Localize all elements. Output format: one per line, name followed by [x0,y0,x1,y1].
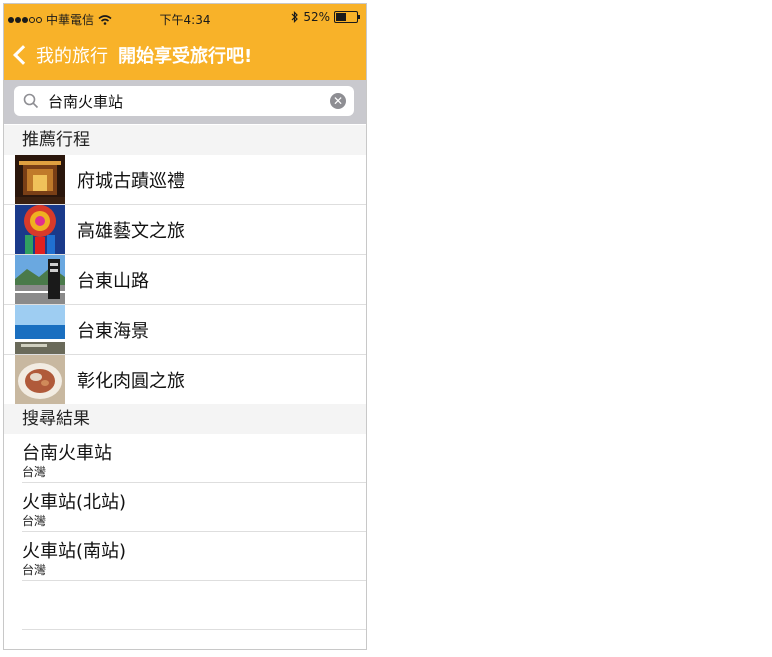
recommended-item-4[interactable]: 台東海景 [4,305,366,355]
recommended-item-2[interactable]: 高雄藝文之旅 [4,205,366,255]
result-item-3[interactable]: 火車站(南站) 台灣 [22,532,366,581]
back-button[interactable]: 我的旅行 開始享受旅行吧! [12,42,252,68]
bluetooth-icon [291,11,299,23]
back-label: 我的旅行 [36,46,108,67]
result-title: 火車站(北站) [22,492,127,513]
result-subtitle: 台灣 [22,465,47,479]
result-title: 火車站(南站) [22,541,127,562]
temple-photo-thumbnail [15,155,65,204]
search-bar: 台南火車站 ✕ [4,80,366,124]
art-ceiling-photo-thumbnail [15,205,65,254]
search-icon [23,93,39,109]
empty-list-row [22,581,366,630]
status-bar: 中華電信 下午4:34 52% [4,4,366,32]
search-query: 台南火車站 [48,92,124,111]
recommended-item-5[interactable]: 彰化肉圓之旅 [4,355,366,404]
battery-fill [336,13,347,21]
recommended-item-label: 台東海景 [77,320,149,342]
recommended-item-label: 台東山路 [77,270,149,292]
recommended-list: 府城古蹟巡禮 高雄藝文之旅 台東山路 台東海景 彰化肉圓之旅 [4,155,366,404]
result-subtitle: 台灣 [22,563,47,577]
page-title: 開始享受旅行吧! [118,46,253,67]
results-header: 搜尋結果 [4,404,366,434]
result-item-1[interactable]: 台南火車站 台灣 [22,434,366,483]
phone-screen: 中華電信 下午4:34 52% 我的旅行 開始享受旅行吧! 台南火車站 ✕ 推薦… [3,3,367,650]
result-subtitle: 台灣 [22,514,47,528]
recommended-item-label: 高雄藝文之旅 [77,220,185,242]
search-input[interactable]: 台南火車站 ✕ [14,86,354,116]
recommended-item-label: 彰化肉圓之旅 [77,370,185,392]
battery-icon [334,11,360,23]
recommended-item-label: 府城古蹟巡禮 [77,170,185,192]
battery-percent: 52% [303,10,330,24]
result-title: 台南火車站 [22,443,112,464]
recommended-item-3[interactable]: 台東山路 [4,255,366,305]
recommended-item-1[interactable]: 府城古蹟巡禮 [4,155,366,205]
clear-search-icon[interactable]: ✕ [330,93,346,109]
mountain-road-photo-thumbnail [15,255,65,304]
navigation-bar: 我的旅行 開始享受旅行吧! [4,32,366,80]
results-list: 台南火車站 台灣 火車站(北站) 台灣 火車站(南站) 台灣 [4,434,366,630]
chevron-left-icon [13,45,33,65]
recommended-header: 推薦行程 [4,125,366,155]
status-right: 52% [291,10,360,24]
meatball-dish-photo-thumbnail [15,355,65,404]
result-item-2[interactable]: 火車站(北站) 台灣 [22,483,366,532]
seaside-photo-thumbnail [15,305,65,354]
